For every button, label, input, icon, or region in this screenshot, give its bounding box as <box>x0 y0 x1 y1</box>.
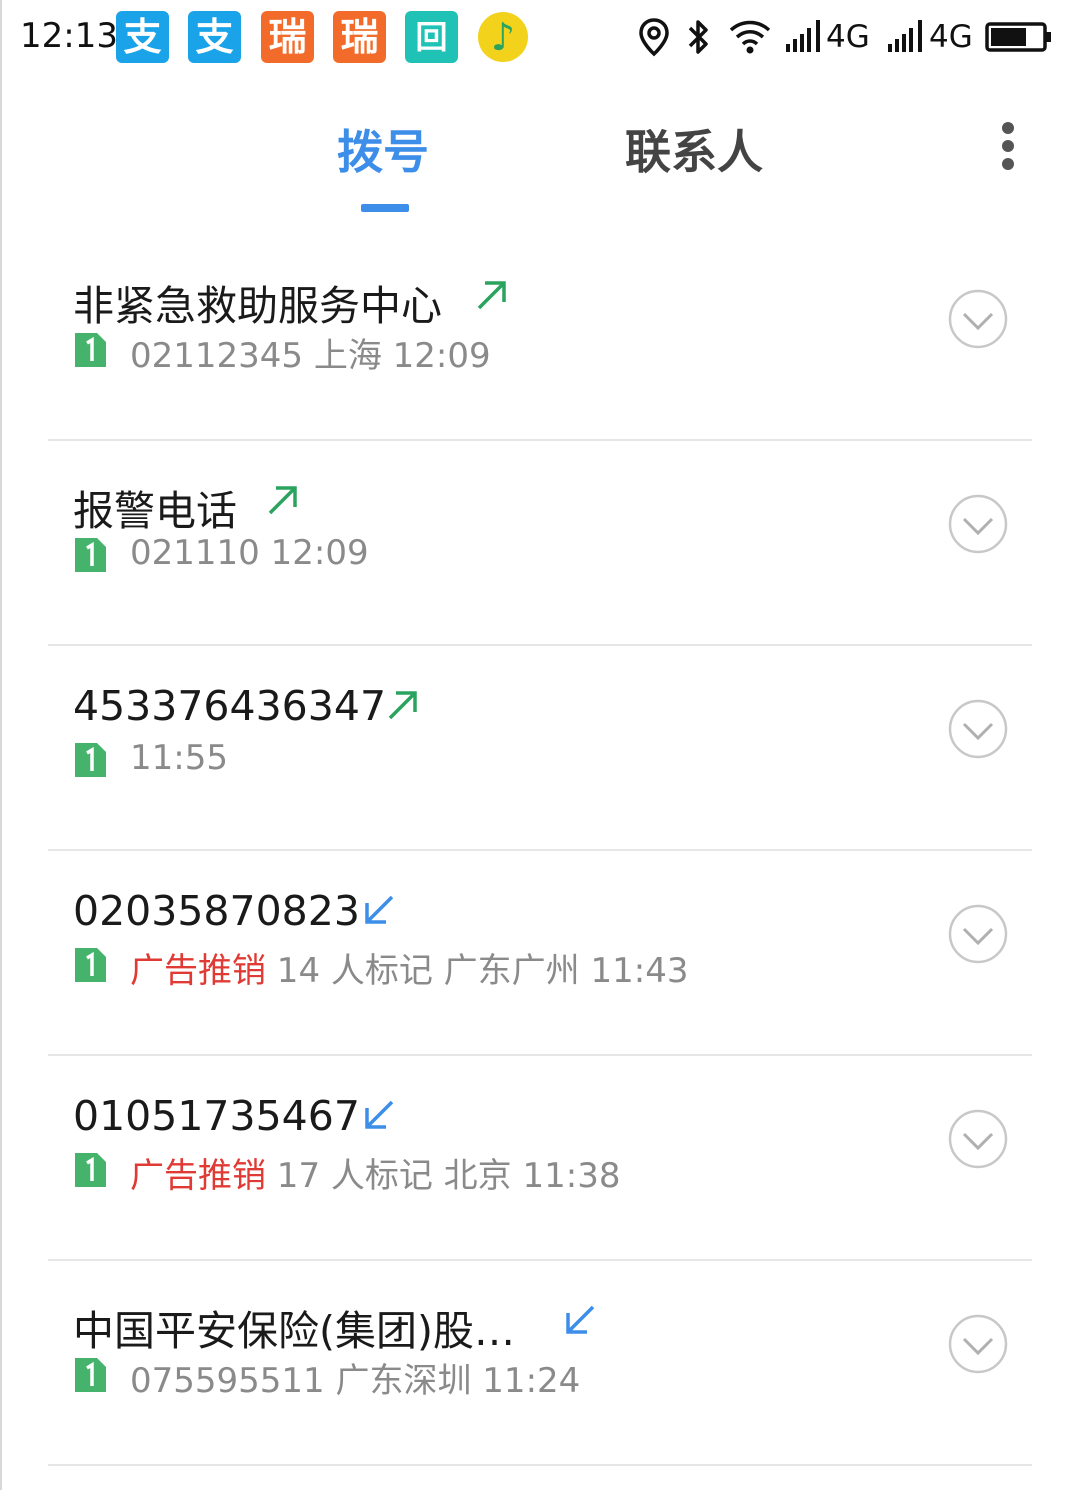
tab-contacts[interactable]: 联系人 <box>625 116 763 182</box>
status-bar: 12:13 支 支 瑞 瑞 回 ♪ 4G 4G <box>0 0 1079 76</box>
outgoing-call-icon <box>268 486 297 515</box>
alipay-icon: 支 <box>188 11 241 63</box>
more-dot <box>1002 122 1014 134</box>
expand-chevron-button[interactable] <box>948 904 1008 964</box>
spam-tag: 广告推销 <box>130 951 266 991</box>
incoming-call-icon <box>566 1305 595 1334</box>
alipay-icon: 支 <box>116 11 169 63</box>
sim-1-icon <box>75 333 106 367</box>
call-details: 广告推销 17 人标记 北京 11:38 <box>130 1148 620 1197</box>
row-divider <box>48 1464 1032 1466</box>
call-meta-text: 021110 12:09 <box>130 533 369 573</box>
expand-chevron-button[interactable] <box>948 494 1008 554</box>
caller-name: 报警电话 <box>73 487 237 535</box>
caller-name: 453376436347 <box>73 682 387 730</box>
call-meta-text: 075595511 广东深圳 11:24 <box>130 1361 581 1401</box>
bluetooth-icon <box>688 20 708 54</box>
tab-active-indicator <box>361 204 409 212</box>
call-log-row[interactable]: 453376436347 11:55 <box>0 646 1079 851</box>
network-type-label: 4G <box>929 19 973 55</box>
call-log-row[interactable]: 中国平安保险(集团)股… 075595511 广东深圳 11:24 <box>0 1261 1079 1466</box>
call-meta-text: 11:55 <box>130 738 228 778</box>
caller-name: 02035870823 <box>73 887 360 935</box>
incoming-call-icon <box>365 895 394 924</box>
sim-1-icon <box>75 1358 106 1392</box>
caller-name: 非紧急救助服务中心 <box>73 282 442 330</box>
call-details: 11:55 <box>130 738 228 778</box>
call-log-row[interactable]: 非紧急救助服务中心 02112345 上海 12:09 <box>0 236 1079 441</box>
expand-chevron-button[interactable] <box>948 699 1008 759</box>
expand-chevron-button[interactable] <box>948 289 1008 349</box>
call-log-row[interactable]: 01051735467 广告推销 17 人标记 北京 11:38 <box>0 1056 1079 1261</box>
more-dot <box>1002 158 1014 170</box>
call-details: 075595511 广东深圳 11:24 <box>130 1353 580 1402</box>
caller-name: 01051735467 <box>73 1092 360 1140</box>
caller-name: 中国平安保险(集团)股… <box>73 1307 515 1355</box>
qq-music-icon: ♪ <box>478 12 528 62</box>
sim-1-icon <box>75 1153 106 1187</box>
more-dot <box>1002 140 1014 152</box>
wifi-icon <box>729 20 771 54</box>
outgoing-call-icon <box>388 691 417 720</box>
sim-1-icon <box>75 948 106 982</box>
signal-icon <box>888 20 922 52</box>
call-meta-text: 14 人标记 广东广州 11:43 <box>266 951 689 991</box>
call-meta-text: 02112345 上海 12:09 <box>130 336 491 376</box>
call-details: 021110 12:09 <box>130 533 369 573</box>
sim-1-icon <box>75 538 106 572</box>
incoming-call-icon <box>365 1100 394 1129</box>
call-log-row[interactable]: 报警电话 021110 12:09 <box>0 441 1079 646</box>
expand-chevron-button[interactable] <box>948 1109 1008 1169</box>
call-meta-text: 17 人标记 北京 11:38 <box>266 1156 621 1196</box>
location-icon <box>639 18 669 57</box>
ruixing-icon: 瑞 <box>261 11 314 63</box>
tab-bar: 拨号 联系人 <box>0 76 1079 236</box>
network-type-label: 4G <box>826 19 870 55</box>
sim-1-icon <box>75 743 106 777</box>
call-log-row[interactable]: 02035870823 广告推销 14 人标记 广东广州 11:43 <box>0 851 1079 1056</box>
scan-icon: 回 <box>405 11 458 63</box>
battery-icon <box>985 22 1051 52</box>
spam-tag: 广告推销 <box>130 1156 266 1196</box>
ruixing-icon: 瑞 <box>333 11 386 63</box>
call-details: 广告推销 14 人标记 广东广州 11:43 <box>130 943 688 992</box>
tab-dial[interactable]: 拨号 <box>337 116 429 182</box>
status-time: 12:13 <box>20 16 118 56</box>
expand-chevron-button[interactable] <box>948 1314 1008 1374</box>
signal-icon <box>786 20 820 52</box>
more-options-button[interactable] <box>990 118 1026 174</box>
outgoing-call-icon <box>477 281 506 310</box>
call-details: 02112345 上海 12:09 <box>130 328 491 377</box>
